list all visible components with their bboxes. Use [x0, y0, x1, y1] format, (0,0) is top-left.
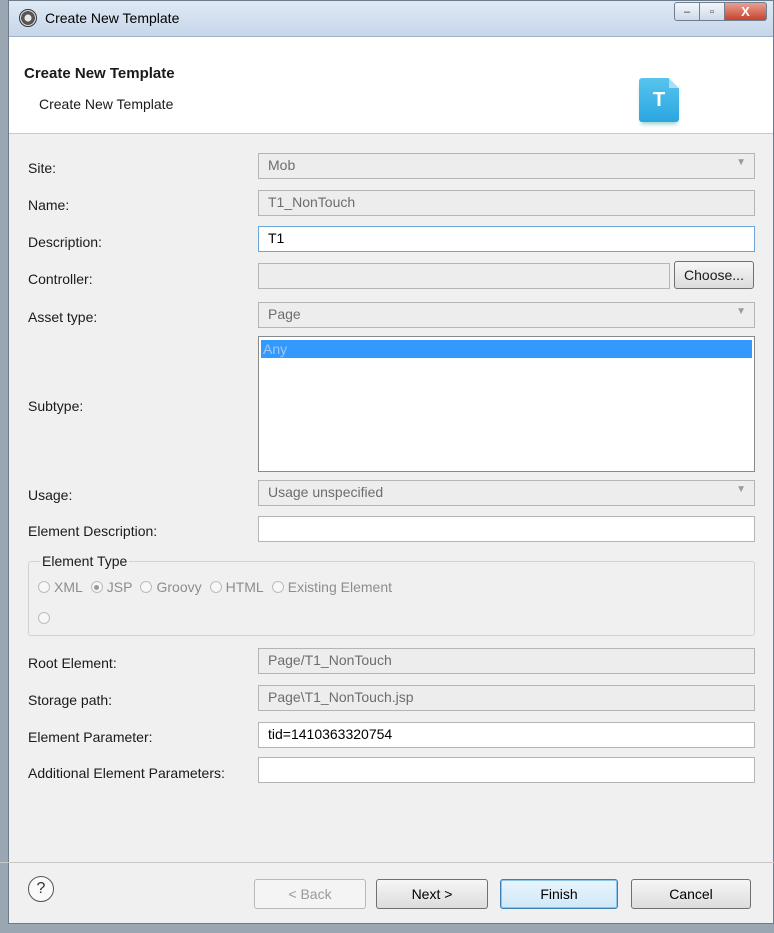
site-label: Site: — [28, 160, 57, 176]
radio-button-icon — [209, 581, 222, 593]
chevron-down-icon: ▼ — [736, 157, 746, 168]
element-type-label: Element Type — [40, 553, 130, 569]
controller-field[interactable] — [258, 263, 670, 289]
radio-html[interactable]: HTML — [209, 579, 264, 595]
choose-button[interactable]: Choose... — [674, 261, 754, 289]
radio-unlabeled[interactable] — [38, 611, 54, 627]
site-value: Mob — [268, 157, 296, 173]
maximize-button[interactable]: ▫ — [699, 2, 725, 21]
template-file-icon: T — [639, 78, 679, 122]
element-description-label: Element Description: — [28, 523, 158, 539]
element-type-group — [28, 561, 755, 636]
usage-label: Usage: — [28, 487, 73, 503]
element-type-options: XML JSP Groovy HTML Existing Element — [38, 579, 400, 595]
storage-path-field[interactable]: Page\T1_NonTouch.jsp — [258, 685, 755, 711]
radio-button-icon — [271, 581, 284, 593]
radio-jsp-label: JSP — [106, 579, 133, 595]
radio-groovy[interactable]: Groovy — [140, 579, 202, 595]
element-parameter-field[interactable]: tid=1410363320754 — [258, 722, 755, 748]
asset-type-dropdown[interactable]: Page ▼ — [258, 302, 755, 328]
wizard-header: Create New Template Create New Template … — [9, 37, 773, 134]
radio-xml[interactable]: XML — [38, 579, 83, 595]
window-controls: – ▫ X — [674, 2, 767, 21]
chevron-down-icon: ▼ — [736, 306, 746, 317]
back-button[interactable]: < Back — [254, 879, 366, 909]
radio-button-icon — [140, 581, 153, 593]
storage-path-label: Storage path: — [28, 692, 113, 708]
element-description-field[interactable] — [258, 516, 755, 542]
root-element-field[interactable]: Page/T1_NonTouch — [258, 648, 755, 674]
radio-jsp[interactable]: JSP — [90, 579, 133, 595]
chevron-down-icon: ▼ — [736, 484, 746, 495]
asset-type-value: Page — [268, 306, 301, 322]
page-fold-icon — [669, 78, 679, 88]
description-field[interactable]: T1 — [258, 226, 755, 252]
cancel-button[interactable]: Cancel — [631, 879, 751, 909]
minimize-button[interactable]: – — [674, 2, 700, 21]
radio-groovy-label: Groovy — [156, 579, 202, 595]
next-button[interactable]: Next > — [376, 879, 488, 909]
radio-button-selected-icon — [90, 581, 103, 593]
controller-label: Controller: — [28, 271, 93, 287]
finish-button[interactable]: Finish — [500, 879, 618, 909]
title-bar[interactable]: Create New Template – ▫ X — [9, 1, 773, 37]
root-element-label: Root Element: — [28, 655, 117, 671]
radio-existing-element[interactable]: Existing Element — [271, 579, 393, 595]
name-field[interactable]: T1_NonTouch — [258, 190, 755, 216]
footer-divider — [0, 862, 774, 863]
window-title: Create New Template — [45, 10, 180, 26]
usage-dropdown[interactable]: Usage unspecified ▼ — [258, 480, 755, 506]
site-dropdown[interactable]: Mob ▼ — [258, 153, 755, 179]
radio-html-label: HTML — [225, 579, 264, 595]
radio-button-icon — [38, 581, 50, 593]
radio-xml-label: XML — [54, 579, 83, 595]
asset-type-label: Asset type: — [28, 309, 98, 325]
list-item[interactable]: Any — [261, 340, 752, 358]
description-label: Description: — [28, 234, 102, 250]
additional-parameters-label: Additional Element Parameters: — [28, 765, 225, 781]
gear-icon — [19, 9, 37, 27]
help-icon[interactable]: ? — [28, 876, 54, 902]
subtype-list[interactable]: Any — [258, 336, 755, 472]
additional-parameters-field[interactable] — [258, 757, 755, 783]
radio-button-icon — [38, 612, 50, 624]
subtype-label: Subtype: — [28, 398, 84, 414]
page-subtitle: Create New Template — [39, 96, 174, 112]
radio-existing-element-label: Existing Element — [287, 579, 393, 595]
name-label: Name: — [28, 197, 70, 213]
close-button[interactable]: X — [724, 2, 767, 21]
page-title: Create New Template — [24, 65, 175, 82]
usage-value: Usage unspecified — [268, 484, 384, 500]
element-parameter-label: Element Parameter: — [28, 729, 153, 745]
template-icon-letter: T — [652, 88, 666, 111]
